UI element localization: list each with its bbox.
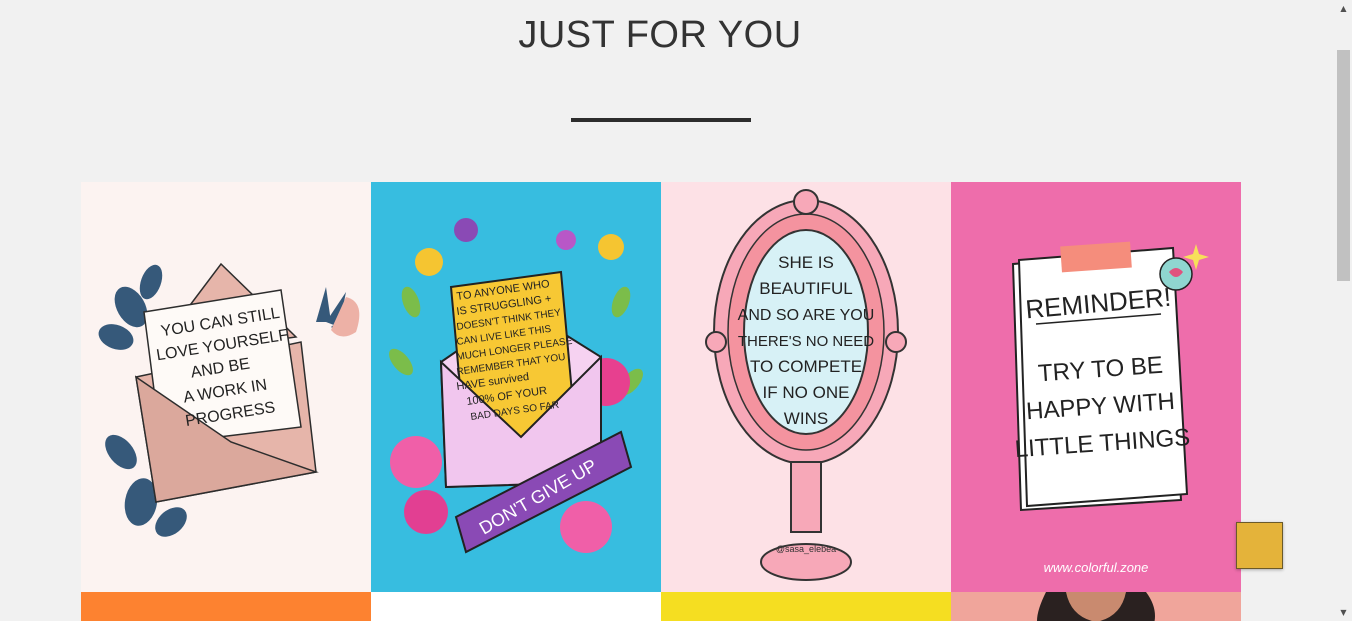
back-to-top-button[interactable]	[1236, 522, 1283, 569]
section-title: JUST FOR YOU	[518, 14, 802, 56]
envelope-illustration: YOU CAN STILL LOVE YOURSELF AND BE A WOR…	[98, 262, 360, 537]
scroll-down-arrow-icon[interactable]: ▼	[1335, 604, 1352, 621]
card-3-credit: @sasa_elebea	[776, 544, 836, 554]
quote-card-5[interactable]	[81, 592, 371, 621]
quote-card-7[interactable]	[661, 592, 951, 621]
card-3-line-7: WINS	[784, 409, 828, 428]
card-3-line-5: TO COMPETE	[750, 357, 862, 376]
mirror-illustration: SHE IS BEAUTIFUL AND SO ARE YOU THERE'S …	[705, 189, 907, 581]
letter-flowers-illustration: TO ANYONE WHO IS STRUGGLING + DOESN'T TH…	[389, 218, 643, 554]
note-illustration: REMINDER! TRY TO BE HAPPY WITH LITTLE TH…	[1011, 241, 1209, 575]
quote-card-3[interactable]: SHE IS BEAUTIFUL AND SO ARE YOU THERE'S …	[661, 182, 951, 592]
title-divider	[571, 118, 751, 122]
card-3-line-1: SHE IS	[778, 253, 834, 272]
card-4-credit: www.colorful.zone	[1044, 560, 1149, 575]
scroll-up-arrow-icon[interactable]: ▲	[1335, 0, 1352, 17]
card-3-line-4: THERE'S NO NEED	[738, 333, 874, 350]
quote-card-6[interactable]	[371, 592, 661, 621]
card-3-line-6: IF NO ONE	[763, 383, 850, 402]
vertical-scrollbar[interactable]: ▲ ▼	[1335, 0, 1352, 621]
image-grid: YOU CAN STILL LOVE YOURSELF AND BE A WOR…	[81, 182, 1241, 621]
scroll-thumb[interactable]	[1337, 50, 1350, 281]
portrait-illustration	[1037, 592, 1155, 621]
card-3-line-2: BEAUTIFUL	[759, 279, 853, 298]
quote-card-4[interactable]: REMINDER! TRY TO BE HAPPY WITH LITTLE TH…	[951, 182, 1241, 592]
card-3-line-3: AND SO ARE YOU	[738, 307, 875, 324]
quote-card-2[interactable]: TO ANYONE WHO IS STRUGGLING + DOESN'T TH…	[371, 182, 661, 592]
quote-card-1[interactable]: YOU CAN STILL LOVE YOURSELF AND BE A WOR…	[81, 182, 371, 592]
quote-card-8[interactable]	[951, 592, 1241, 621]
